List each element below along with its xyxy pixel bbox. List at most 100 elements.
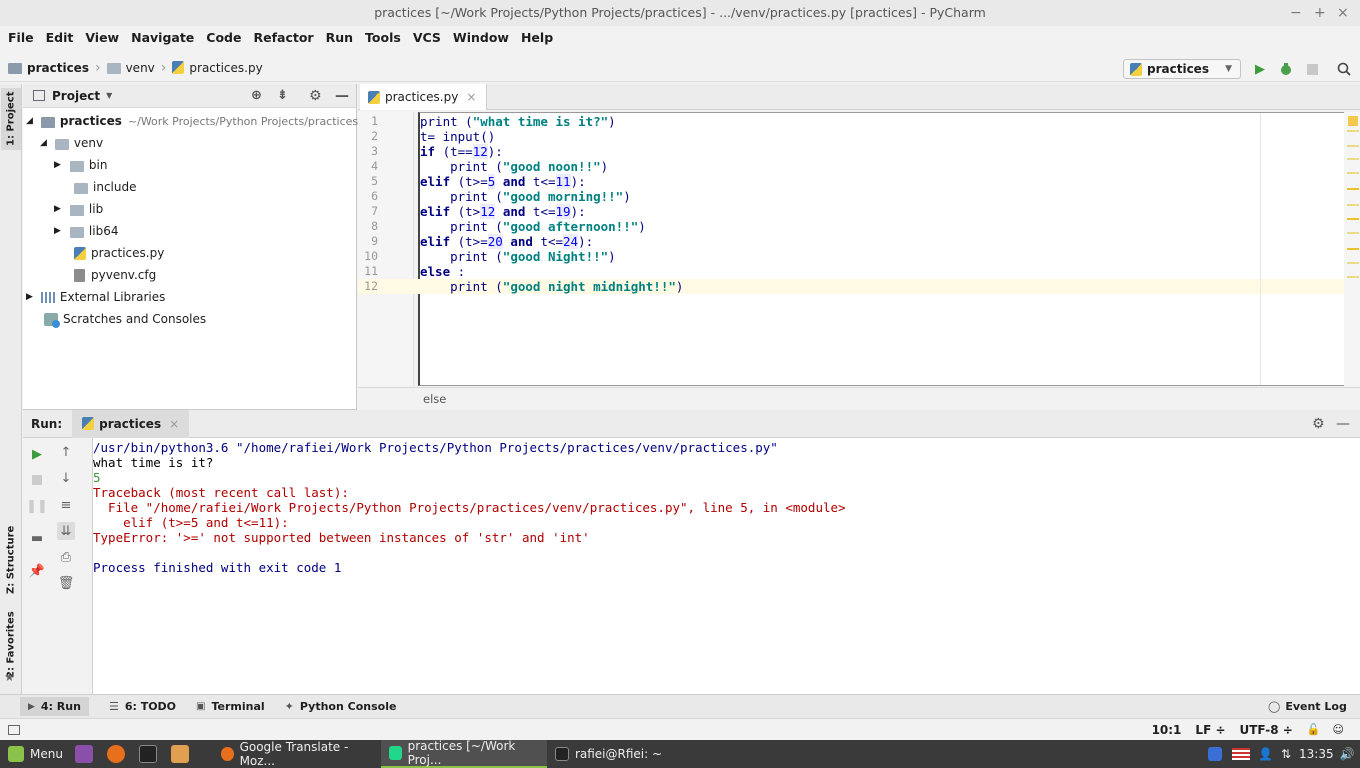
gear-icon[interactable]: ⚙ xyxy=(1312,416,1325,432)
menu-navigate[interactable]: Navigate xyxy=(131,30,194,45)
run-configuration-select[interactable]: practices ▼ xyxy=(1123,59,1241,79)
stripe-mark[interactable] xyxy=(1347,232,1359,234)
tree-item-scratches[interactable]: Scratches and Consoles xyxy=(44,308,206,330)
rerun-icon[interactable]: ▶ xyxy=(28,445,46,463)
tree-item-pyvenv-cfg[interactable]: pyvenv.cfg xyxy=(74,264,156,286)
toggle-tool-windows-icon[interactable] xyxy=(8,724,20,735)
menu-edit[interactable]: Edit xyxy=(46,30,74,45)
tab-run[interactable]: ▶ 4: Run xyxy=(20,697,89,716)
tree-item-practices-py[interactable]: practices.py xyxy=(74,242,164,264)
menu-vcs[interactable]: VCS xyxy=(413,30,441,45)
stripe-mark[interactable] xyxy=(1347,276,1359,278)
hide-panel-icon[interactable]: — xyxy=(335,88,349,104)
menu-code[interactable]: Code xyxy=(206,30,241,45)
tree-item-external-libraries[interactable]: ▶ External Libraries xyxy=(26,286,165,308)
pycharm-icon xyxy=(388,746,402,760)
tab-terminal[interactable]: ▣ Terminal xyxy=(196,700,265,713)
menu-window[interactable]: Window xyxy=(453,30,509,45)
stripe-mark[interactable] xyxy=(1347,172,1359,174)
maximize-button[interactable]: + xyxy=(1314,0,1326,26)
system-tray: 👤 ⇅ 13:35 🔊 xyxy=(1208,747,1355,761)
stripe-mark[interactable] xyxy=(1347,145,1359,147)
stripe-mark[interactable] xyxy=(1347,130,1359,132)
launcher-files[interactable] xyxy=(167,740,199,768)
hide-panel-icon[interactable]: — xyxy=(1336,416,1350,432)
pin-icon[interactable]: 📌 xyxy=(28,562,46,580)
breadcrumb-venv[interactable]: venv xyxy=(106,61,155,75)
tree-item-lib64[interactable]: ▶ lib64 xyxy=(54,220,118,242)
stripe-mark[interactable] xyxy=(1347,188,1359,190)
menu-run[interactable]: Run xyxy=(326,30,353,45)
gear-icon[interactable]: ⚙ xyxy=(309,88,322,104)
down-arrow-icon[interactable]: ↓ xyxy=(57,469,75,487)
close-tab-icon[interactable]: × xyxy=(169,417,179,431)
tree-item-lib[interactable]: ▶ lib xyxy=(54,198,103,220)
tree-item-venv[interactable]: ◢ venv xyxy=(40,132,103,154)
stripe-mark[interactable] xyxy=(1347,218,1359,220)
chevron-down-icon[interactable]: ▼ xyxy=(106,91,112,100)
collapse-all-icon[interactable]: ⇟ xyxy=(277,88,288,103)
run-icon[interactable]: ▶ xyxy=(1252,61,1268,77)
menu-view[interactable]: View xyxy=(85,30,119,45)
user-icon[interactable]: 👤 xyxy=(1258,747,1273,761)
library-icon xyxy=(40,291,55,303)
taskbar-window-terminal[interactable]: rafiei@Rfiei: ~ xyxy=(547,740,697,768)
close-window-button[interactable]: × xyxy=(1337,0,1349,26)
tab-python-console[interactable]: ✦ Python Console xyxy=(285,700,397,713)
scroll-to-end-icon[interactable]: ⇊ xyxy=(57,522,75,540)
menu-refactor[interactable]: Refactor xyxy=(253,30,313,45)
stop-icon[interactable] xyxy=(28,471,46,489)
network-icon[interactable]: ⇅ xyxy=(1281,747,1291,761)
launcher-firefox[interactable] xyxy=(103,740,135,768)
tree-item-practices-root[interactable]: ◢ practices ~/Work Projects/Python Proje… xyxy=(26,110,358,132)
encoding-select[interactable]: UTF-8 ÷ xyxy=(1240,723,1293,737)
shield-icon[interactable] xyxy=(1208,747,1222,761)
editor-breadcrumb-item[interactable]: else xyxy=(423,392,446,406)
start-menu-button[interactable]: Menu xyxy=(0,740,71,768)
stripe-mark[interactable] xyxy=(1347,158,1359,160)
print-icon[interactable]: ⎙ xyxy=(57,548,75,566)
run-tab-practices[interactable]: practices × xyxy=(72,409,190,438)
stripe-mark[interactable] xyxy=(1347,262,1359,264)
event-log-button[interactable]: ◯ Event Log xyxy=(1268,700,1347,713)
tree-item-include[interactable]: include xyxy=(74,176,136,198)
line-separator-select[interactable]: LF ÷ xyxy=(1195,723,1225,737)
tab-structure-tool[interactable]: Z: Structure xyxy=(1,520,21,600)
pause-icon[interactable]: ❚❚ xyxy=(26,497,48,515)
project-panel-title[interactable]: Project xyxy=(52,89,100,103)
volume-icon[interactable]: 🔊 xyxy=(1340,747,1355,761)
stop-icon[interactable] xyxy=(1304,61,1320,77)
launcher-terminal[interactable] xyxy=(135,740,167,768)
up-arrow-icon[interactable]: ↑ xyxy=(57,443,75,461)
launcher-show-desktop[interactable] xyxy=(71,740,103,768)
clock[interactable]: 13:35 xyxy=(1299,747,1334,761)
stripe-mark[interactable] xyxy=(1347,248,1359,250)
editor-tab-practices-py[interactable]: practices.py × xyxy=(360,84,488,110)
menu-tools[interactable]: Tools xyxy=(365,30,401,45)
locate-icon[interactable]: ⊕ xyxy=(251,88,262,103)
minimize-button[interactable]: − xyxy=(1290,0,1302,26)
caret-position[interactable]: 10:1 xyxy=(1152,723,1182,737)
lock-icon[interactable]: 🔓 xyxy=(1307,723,1321,736)
debug-icon[interactable] xyxy=(1278,61,1294,77)
firefox-icon xyxy=(220,747,234,761)
tree-item-bin[interactable]: ▶ bin xyxy=(54,154,107,176)
menu-help[interactable]: Help xyxy=(521,30,553,45)
menu-file[interactable]: File xyxy=(8,30,34,45)
inspector-icon[interactable]: ☺ xyxy=(1333,723,1344,736)
close-tab-icon[interactable]: × xyxy=(466,90,476,104)
line-number: 7 xyxy=(371,204,378,218)
taskbar-window-firefox[interactable]: Google Translate - Moz... xyxy=(213,740,381,768)
tab-todo[interactable]: ☰ 6: TODO xyxy=(109,700,176,713)
stripe-mark[interactable] xyxy=(1347,204,1359,206)
search-icon[interactable] xyxy=(1336,61,1352,77)
breadcrumb-file[interactable]: practices.py xyxy=(172,61,263,75)
tab-project-tool[interactable]: 1: Project xyxy=(1,88,21,150)
inspection-warning-icon[interactable] xyxy=(1348,116,1358,126)
soft-wrap-icon[interactable]: ≡ xyxy=(57,496,75,514)
us-flag-icon[interactable] xyxy=(1232,748,1250,760)
trash-icon[interactable]: 🗑 xyxy=(57,574,75,592)
restore-layout-icon[interactable]: ▬ xyxy=(28,529,46,547)
breadcrumb-practices[interactable]: practices xyxy=(8,61,89,75)
taskbar-window-pycharm[interactable]: practices [~/Work Proj... xyxy=(380,739,547,768)
